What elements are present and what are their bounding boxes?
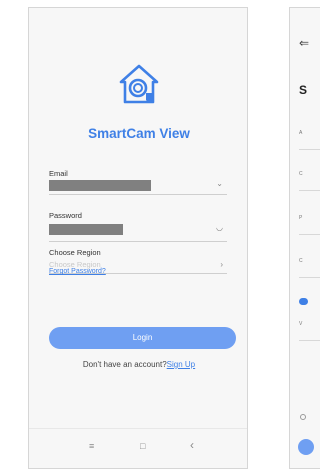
show-password-icon[interactable]: ◡ <box>216 223 223 232</box>
app-title: SmartCam View <box>88 126 190 141</box>
field-label-partial: C <box>299 258 303 264</box>
email-underline <box>49 194 227 195</box>
back-icon[interactable]: ‹ <box>190 438 194 452</box>
sign-up-link[interactable]: Sign Up <box>167 360 195 369</box>
checkbox-icon[interactable] <box>300 414 306 420</box>
login-button[interactable]: Login <box>49 327 236 349</box>
field-underline <box>299 149 320 150</box>
field-underline <box>299 234 320 235</box>
submit-button-partial[interactable] <box>298 439 314 455</box>
toggle-switch[interactable] <box>299 298 308 305</box>
home-icon[interactable]: □ <box>140 441 145 451</box>
password-value-redacted <box>49 224 123 235</box>
field-label-partial: V <box>299 321 303 327</box>
signup-screen-partial: ⇐ S A C P C V <box>289 7 320 469</box>
password-underline <box>49 241 227 242</box>
chevron-right-icon: › <box>220 260 223 269</box>
region-label: Choose Region <box>49 248 101 257</box>
no-account-text: Don't have an account? <box>82 360 167 369</box>
signup-title-fragment: S <box>299 83 308 97</box>
smartcam-logo-icon <box>119 64 159 104</box>
field-label-partial: P <box>299 215 303 221</box>
screenshot-stage: SmartCam View Email ⌄ Password ◡ Choose … <box>0 0 320 473</box>
menu-icon[interactable]: ≡ <box>89 441 94 451</box>
password-field[interactable]: Password ◡ <box>49 211 227 245</box>
login-screen: SmartCam View Email ⌄ Password ◡ Choose … <box>28 7 248 469</box>
signup-row: Don't have an account?Sign Up <box>29 360 249 369</box>
password-label: Password <box>49 211 82 220</box>
email-field[interactable]: Email ⌄ <box>49 169 227 199</box>
field-label-partial: C <box>299 171 303 177</box>
forgot-password-link[interactable]: Forgot Password? <box>49 268 106 275</box>
email-value-redacted <box>49 180 151 191</box>
field-label-partial: A <box>299 130 303 136</box>
field-underline <box>299 340 320 341</box>
field-underline <box>299 190 320 191</box>
field-underline <box>299 277 320 278</box>
android-nav-bar: ≡ □ ‹ <box>29 428 247 468</box>
chevron-down-icon[interactable]: ⌄ <box>216 179 223 188</box>
back-arrow-icon[interactable]: ⇐ <box>299 36 309 50</box>
email-label: Email <box>49 169 68 178</box>
